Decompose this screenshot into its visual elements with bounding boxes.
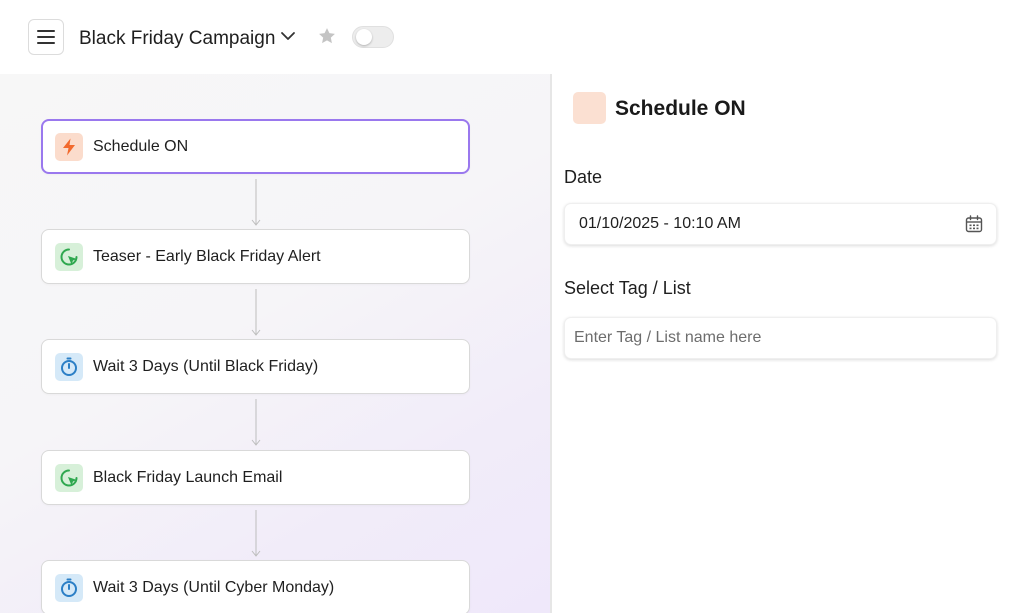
workflow-node-teaser-email[interactable]: Teaser - Early Black Friday Alert xyxy=(41,229,470,284)
email-click-icon xyxy=(55,242,83,271)
campaign-title[interactable]: Black Friday Campaign xyxy=(79,28,275,50)
toggle-knob xyxy=(356,29,372,45)
trigger-icon xyxy=(573,92,606,124)
hamburger-icon xyxy=(37,30,55,44)
campaign-active-toggle[interactable] xyxy=(352,26,394,48)
workflow-node-wait-black-friday[interactable]: Wait 3 Days (Until Black Friday) xyxy=(41,339,470,394)
connector-arrow xyxy=(251,179,261,226)
node-label: Wait 3 Days (Until Black Friday) xyxy=(93,357,319,375)
lightning-icon xyxy=(55,132,83,161)
tag-list-input[interactable] xyxy=(574,329,984,347)
node-label: Schedule ON xyxy=(93,137,189,155)
connector-arrow xyxy=(251,399,261,446)
panel-title: Schedule ON xyxy=(615,97,746,120)
connector-arrow xyxy=(251,510,261,557)
tag-list-label: Select Tag / List xyxy=(564,278,691,298)
node-label: Teaser - Early Black Friday Alert xyxy=(93,247,321,265)
calendar-icon[interactable] xyxy=(965,215,983,233)
node-label: Black Friday Launch Email xyxy=(93,468,283,486)
star-icon[interactable] xyxy=(317,26,337,46)
email-click-icon xyxy=(55,463,83,492)
timer-icon xyxy=(55,573,83,602)
top-bar: Black Friday Campaign xyxy=(0,0,1024,74)
date-label: Date xyxy=(564,167,603,187)
chevron-down-icon[interactable] xyxy=(279,27,297,45)
connector-arrow xyxy=(251,289,261,336)
workflow-node-launch-email[interactable]: Black Friday Launch Email xyxy=(41,450,470,505)
tag-list-field[interactable] xyxy=(564,317,997,359)
node-label: Wait 3 Days (Until Cyber Monday) xyxy=(93,578,335,596)
workflow-canvas: Schedule ON Teaser - Early Black Friday … xyxy=(0,74,551,613)
date-field[interactable]: 01/10/2025 - 10:10 AM xyxy=(564,203,997,245)
workflow-node-schedule-on[interactable]: Schedule ON xyxy=(41,119,470,174)
date-value: 01/10/2025 - 10:10 AM xyxy=(579,215,741,232)
node-settings-panel: Schedule ON Date 01/10/2025 - 10:10 AM S… xyxy=(552,74,1024,613)
menu-button[interactable] xyxy=(28,19,64,55)
timer-icon xyxy=(55,352,83,381)
workflow-node-wait-cyber-monday[interactable]: Wait 3 Days (Until Cyber Monday) xyxy=(41,560,470,613)
